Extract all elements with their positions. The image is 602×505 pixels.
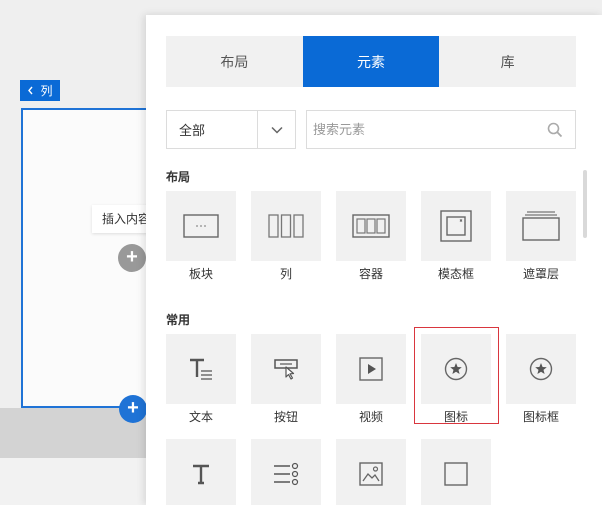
panel-tabs: 布局 元素 库 bbox=[166, 36, 576, 87]
column-tag[interactable]: 列 bbox=[20, 80, 60, 101]
element-item-modal[interactable]: 模态框 bbox=[421, 191, 491, 283]
element-item-label: 容器 bbox=[358, 267, 383, 281]
search-icon[interactable] bbox=[535, 122, 575, 138]
add-section-button[interactable]: + bbox=[119, 395, 147, 423]
heading-icon bbox=[166, 439, 236, 505]
panel-scrollbar[interactable] bbox=[583, 170, 587, 238]
element-item-heading[interactable] bbox=[166, 439, 236, 505]
chevron-down-icon[interactable] bbox=[257, 111, 295, 148]
element-item-columns[interactable]: 列 bbox=[251, 191, 321, 283]
container-icon bbox=[336, 191, 406, 261]
columns-icon bbox=[251, 191, 321, 261]
section-title-layout: 布局 bbox=[166, 170, 191, 184]
element-item-icon-box[interactable]: 图标框 bbox=[506, 334, 576, 426]
section-title-common: 常用 bbox=[166, 313, 191, 327]
square-icon bbox=[421, 439, 491, 505]
tab-layout[interactable]: 布局 bbox=[166, 36, 303, 87]
text-icon bbox=[166, 334, 236, 404]
element-item-block[interactable]: 板块 bbox=[166, 191, 236, 283]
element-item-image[interactable] bbox=[336, 439, 406, 505]
element-item-text[interactable]: 文本 bbox=[166, 334, 236, 426]
element-item-container[interactable]: 容器 bbox=[336, 191, 406, 283]
search-input[interactable] bbox=[307, 111, 535, 148]
tab-elements[interactable]: 元素 bbox=[302, 36, 440, 87]
list-icon bbox=[251, 439, 321, 505]
modal-icon bbox=[421, 191, 491, 261]
column-tag-label: 列 bbox=[40, 84, 53, 98]
element-item-button[interactable]: 按钮 bbox=[251, 334, 321, 426]
element-item-label: 图标框 bbox=[522, 410, 559, 424]
tab-library[interactable]: 库 bbox=[439, 36, 576, 87]
image-icon bbox=[336, 439, 406, 505]
element-item-label: 图标 bbox=[443, 410, 468, 424]
star-circle-icon bbox=[421, 334, 491, 404]
category-select-value: 全部 bbox=[179, 123, 206, 138]
element-item-label: 列 bbox=[279, 267, 292, 281]
element-item-label: 按钮 bbox=[273, 410, 298, 424]
video-icon bbox=[336, 334, 406, 404]
chevron-left-icon bbox=[28, 86, 34, 95]
element-item-label: 视频 bbox=[358, 410, 383, 424]
element-item-video[interactable]: 视频 bbox=[336, 334, 406, 426]
button-icon bbox=[251, 334, 321, 404]
element-item-overlay[interactable]: 遮罩层 bbox=[506, 191, 576, 283]
element-item-icon[interactable]: 图标 bbox=[414, 327, 499, 426]
element-item-label: 遮罩层 bbox=[522, 267, 559, 281]
insert-content-button[interactable]: + bbox=[118, 244, 146, 272]
element-item-list[interactable] bbox=[251, 439, 321, 505]
icon-box-icon bbox=[506, 334, 576, 404]
insert-content-tooltip: 插入内容 bbox=[92, 205, 152, 233]
element-item-label: 文本 bbox=[188, 410, 213, 424]
element-panel: 布局 元素 库 全部 布局 板块 列 容器 bbox=[146, 15, 602, 505]
block-icon bbox=[166, 191, 236, 261]
search-box bbox=[306, 110, 576, 149]
element-item-label: 板块 bbox=[188, 267, 213, 281]
overlay-icon bbox=[506, 191, 576, 261]
element-item-label: 模态框 bbox=[437, 267, 474, 281]
category-select[interactable]: 全部 bbox=[166, 110, 296, 149]
element-item-box[interactable] bbox=[421, 439, 491, 505]
